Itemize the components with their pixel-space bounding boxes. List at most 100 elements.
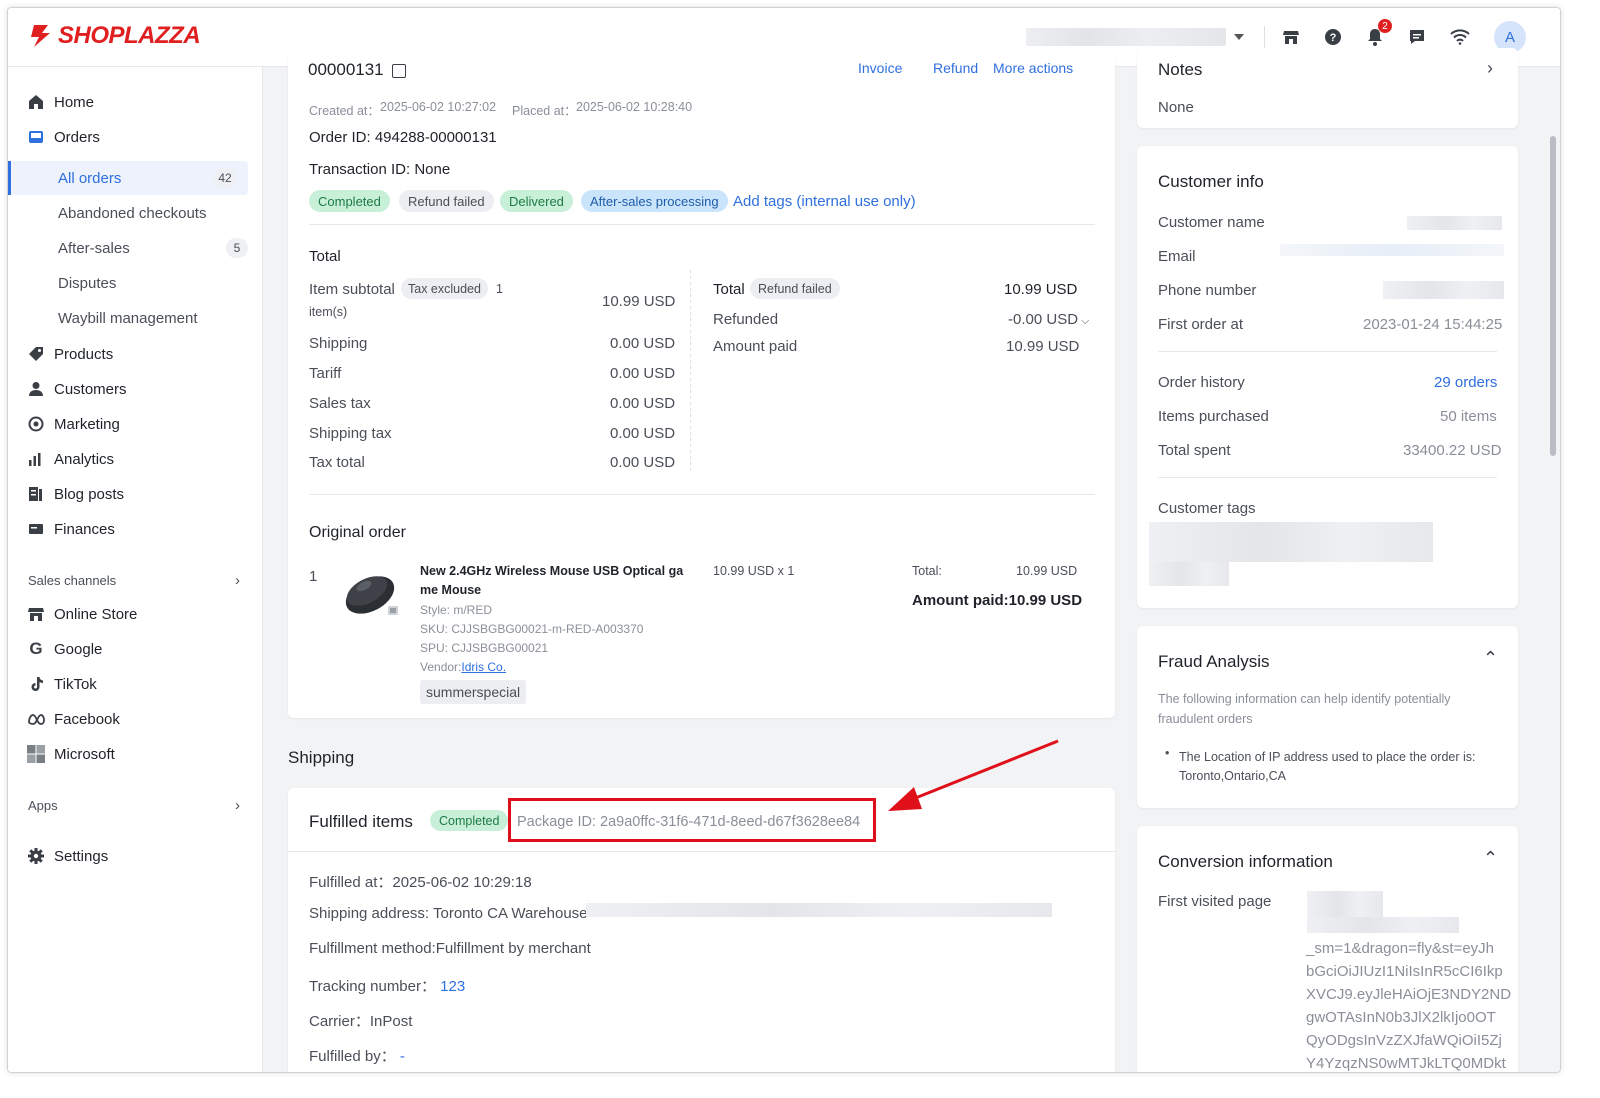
items-purchased-value: 50 items (1440, 408, 1497, 425)
customer-name-redacted (1407, 216, 1502, 230)
line-amount-paid: Amount paid:10.99 USD (912, 592, 1083, 609)
order-history-label: Order history (1158, 374, 1245, 391)
refunded-value[interactable]: -0.00 USD ⌵ (1008, 311, 1089, 328)
sidebar-item-home[interactable]: Home (8, 85, 262, 119)
divider (1158, 477, 1497, 478)
annotation-arrow-icon (888, 739, 1059, 811)
sidebar-item-google[interactable]: G Google (8, 632, 262, 666)
svg-text:?: ? (1330, 32, 1337, 44)
wifi-icon[interactable] (1449, 26, 1471, 48)
order-id: Order ID: 494288-00000131 (309, 129, 497, 146)
sidebar-item-label: Facebook (54, 710, 120, 728)
shoplazza-logo[interactable]: SHOPLAZZA (28, 22, 201, 50)
page-scrollbar[interactable] (1548, 68, 1558, 1068)
chevron-up-icon[interactable]: ⌃ (1483, 848, 1498, 869)
sidebar-item-online-store[interactable]: Online Store (8, 597, 262, 631)
vendor-link[interactable]: Idris Co. (461, 660, 506, 674)
copy-icon[interactable] (392, 63, 407, 78)
sidebar-item-blog-posts[interactable]: Blog posts (8, 477, 262, 511)
status-badge: Completed (309, 190, 390, 212)
logo-mark-icon (31, 25, 50, 47)
email-label: Email (1158, 248, 1196, 265)
sidebar-item-analytics[interactable]: Analytics (8, 442, 262, 476)
sidebar-subitem-abandoned-checkouts[interactable]: Abandoned checkouts (8, 196, 262, 230)
tag-icon (27, 345, 45, 363)
url-line: XVCJ9.eyJleHAiOjE3NDY2ND (1306, 986, 1512, 1003)
sidebar-item-microsoft[interactable]: Microsoft (8, 737, 262, 771)
item-subtotal-label: Item subtotal (309, 281, 395, 298)
online-store-icon[interactable] (1280, 26, 1302, 48)
bell-icon[interactable]: 2 (1364, 19, 1392, 48)
chevron-down-icon (1234, 34, 1244, 40)
sales-channels-header[interactable]: Sales channels › (28, 572, 240, 589)
sidebar-item-label: Settings (54, 847, 109, 865)
amount-paid-value: 10.99 USD (1006, 338, 1080, 355)
sidebar-item-label: Marketing (54, 415, 120, 433)
store-selector[interactable] (1026, 26, 1246, 48)
refund-link[interactable]: Refund (933, 60, 978, 76)
total-heading: Total (309, 248, 341, 265)
first-order-value: 2023-01-24 15:44:25 (1363, 316, 1503, 333)
product-title-line2[interactable]: me Mouse (420, 583, 481, 597)
sidebar-item-orders[interactable]: Orders (8, 120, 262, 154)
phone-redacted (1383, 281, 1504, 299)
notes-value: None (1158, 99, 1194, 116)
tax-excluded-badge: Tax excluded (401, 278, 488, 299)
add-tags-link[interactable]: Add tags (internal use only) (733, 193, 916, 210)
order-history-link[interactable]: 29 orders (1434, 374, 1497, 391)
status-badge: Refund failed (399, 190, 494, 212)
product-title-line1[interactable]: New 2.4GHz Wireless Mouse USB Optical ga (420, 564, 683, 578)
vertical-divider (690, 270, 691, 474)
message-icon[interactable] (1406, 26, 1428, 48)
sidebar-item-facebook[interactable]: Facebook (8, 702, 262, 736)
refunded-label: Refunded (713, 311, 779, 328)
sidebar-item-label: Google (54, 640, 103, 658)
line-item-index: 1 (309, 568, 318, 585)
sidebar-subitem-disputes[interactable]: Disputes (8, 266, 262, 300)
fraud-analysis-card: Fraud Analysis ⌃ The following informati… (1137, 626, 1518, 808)
store-icon (27, 605, 45, 623)
email-redacted (1280, 244, 1504, 256)
blog-icon (27, 485, 45, 503)
sidebar-subitem-label: Abandoned checkouts (58, 204, 207, 222)
carrier: Carrier：InPost (309, 1013, 413, 1030)
sidebar-item-label: Customers (54, 380, 127, 398)
chevron-down-icon: ⌵ (1081, 315, 1090, 327)
items-word: item(s) (309, 305, 348, 319)
sidebar-subitem-all-orders[interactable]: All orders 42 (8, 161, 248, 195)
brand-name: SHOPLAZZA (58, 22, 201, 49)
fulfillment-status-badge: Completed (430, 810, 509, 831)
sidebar-item-products[interactable]: Products (8, 337, 262, 371)
help-icon[interactable]: ? (1322, 26, 1344, 48)
finances-icon (27, 520, 45, 538)
apps-header[interactable]: Apps › (28, 797, 240, 814)
url-line: QyODgsInVzZXJfaWQiOiI5Zj (1306, 1032, 1502, 1049)
sidebar-item-label: Orders (54, 128, 100, 146)
chevron-right-icon[interactable]: › (1487, 58, 1493, 79)
items-purchased-label: Items purchased (1158, 408, 1269, 425)
chevron-up-icon[interactable]: ⌃ (1483, 648, 1498, 669)
more-actions-link[interactable]: More actions (993, 60, 1073, 76)
customer-tags-label: Customer tags (1158, 500, 1256, 517)
total-spent-label: Total spent (1158, 442, 1231, 459)
original-order-heading: Original order (309, 524, 406, 541)
scrollbar-thumb[interactable] (1550, 136, 1556, 456)
customer-name-label: Customer name (1158, 214, 1265, 231)
notes-heading: Notes (1158, 60, 1203, 79)
product-style: Style: m/RED (420, 603, 493, 617)
product-image[interactable] (340, 558, 406, 624)
sidebar-subitem-waybill[interactable]: Waybill management (8, 301, 262, 335)
invoice-link[interactable]: Invoice (858, 60, 902, 76)
fulfillment-card: Fulfilled items Completed Package ID: 2a… (288, 788, 1115, 1072)
sidebar-subitem-label: Waybill management (58, 309, 198, 327)
first-order-label: First order at (1158, 316, 1244, 333)
sidebar-item-tiktok[interactable]: TikTok (8, 667, 262, 701)
tracking-link[interactable]: 123 (440, 978, 465, 995)
tracking-number: Tracking number： 123 (309, 978, 466, 995)
sidebar-item-settings[interactable]: Settings (8, 839, 262, 873)
sidebar-item-finances[interactable]: Finances (8, 512, 262, 546)
sidebar-subitem-after-sales[interactable]: After-sales 5 (8, 231, 262, 265)
sidebar-item-marketing[interactable]: Marketing (8, 407, 262, 441)
sidebar-item-customers[interactable]: Customers (8, 372, 262, 406)
conversion-heading: Conversion information (1158, 852, 1333, 871)
